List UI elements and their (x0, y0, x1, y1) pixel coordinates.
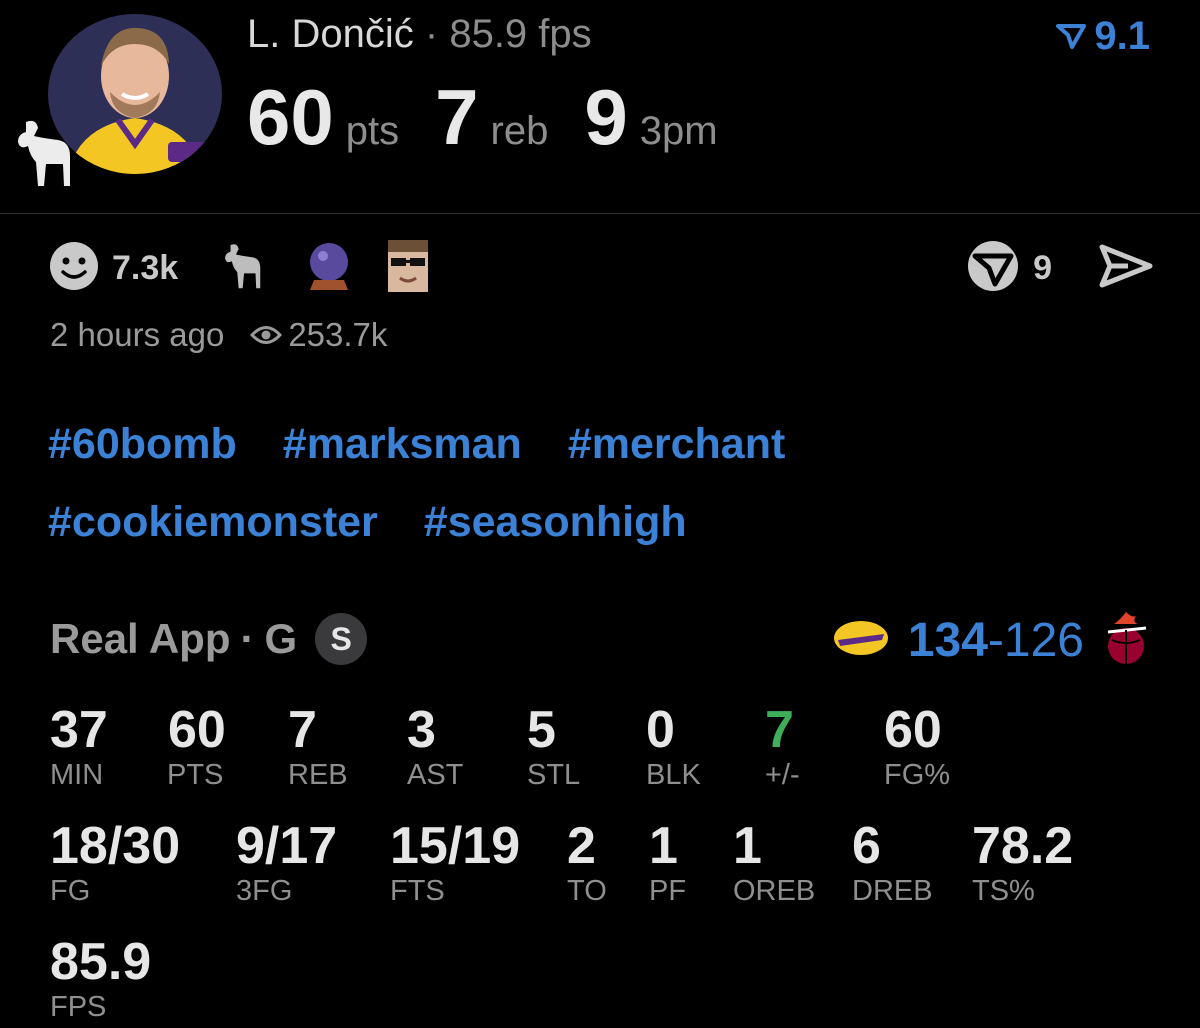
tag-circle-icon[interactable] (965, 240, 1021, 297)
stat-value: 1 (649, 817, 678, 875)
stat-cell: 7 REB (288, 702, 348, 792)
stat-label: PTS (167, 759, 224, 791)
heat-logo-icon (1102, 610, 1150, 671)
stat-label: TO (567, 875, 607, 907)
hashtag-link[interactable]: #marksman (283, 417, 522, 471)
smile-count: 7.3k (112, 248, 179, 287)
fps-text: 85.9 fps (449, 12, 592, 56)
lakers-logo-icon (832, 618, 890, 663)
headline-stat-unit: 3pm (639, 109, 718, 153)
game-score[interactable]: 134-126 (832, 610, 1150, 671)
stat-value: 60 (884, 701, 942, 759)
player-position: G (264, 615, 298, 662)
rating-badge[interactable]: 9.1 (1056, 14, 1150, 59)
headline-stat-value: 7 (435, 73, 479, 161)
stat-value: 0 (646, 701, 675, 759)
stat-label: BLK (646, 759, 701, 791)
stat-cell: 85.9 FPS (50, 934, 151, 1024)
game-source: Real App · G S (50, 613, 368, 665)
plus-minus-value: 7 (765, 701, 794, 759)
status-badge[interactable]: S (315, 613, 368, 665)
stat-cell: 5 STL (527, 702, 580, 792)
rating-value: 9.1 (1094, 14, 1150, 58)
posted-time: 2 hours ago (50, 316, 225, 353)
post-meta: 2 hours ago 253.7k (50, 316, 387, 354)
stat-label: FPS (50, 991, 107, 1023)
source-separator: · (240, 615, 255, 662)
stat-label: AST (407, 759, 464, 791)
stat-cell: 7 +/- (765, 702, 800, 792)
stat-value: 7 (288, 701, 317, 759)
stat-cell: 6 DREB (852, 818, 933, 908)
header-divider (0, 213, 1200, 214)
hashtag-link[interactable]: #cookiemonster (48, 495, 378, 549)
stat-cell: 2 TO (567, 818, 607, 908)
send-icon[interactable] (1098, 243, 1154, 294)
stat-value: 6 (852, 817, 881, 875)
stat-label: OREB (733, 875, 816, 907)
goat-icon (8, 116, 78, 190)
stat-label: PF (649, 875, 687, 907)
stat-cell: 37 MIN (50, 702, 108, 792)
hashtag-link[interactable]: #seasonhigh (424, 495, 687, 549)
stat-value: 78.2 (972, 817, 1074, 875)
stat-label: 3FG (236, 875, 293, 907)
headline-stats: 60 pts 7 reb 9 3pm (247, 72, 754, 163)
away-score: 126 (1003, 614, 1084, 667)
headline-stat-value: 9 (584, 73, 628, 161)
stat-cell: 18/30 FG (50, 818, 180, 908)
rating-arrow-icon (1056, 14, 1087, 59)
stat-cell: 15/19 FTS (390, 818, 520, 908)
stat-label: TS% (972, 875, 1035, 907)
stat-cell: 1 PF (649, 818, 686, 908)
stat-value: 1 (733, 817, 762, 875)
stat-value: 85.9 (50, 933, 152, 991)
stat-cell: 3 AST (407, 702, 463, 792)
stat-cell: 1 OREB (733, 818, 815, 908)
player-name[interactable]: L. Dončić (247, 12, 414, 56)
stat-cell: 60 FG% (884, 702, 950, 792)
stat-value: 60 (168, 701, 226, 759)
stat-value: 2 (567, 817, 596, 875)
stat-value: 5 (527, 701, 556, 759)
stat-value: 9/17 (236, 817, 338, 875)
eye-icon (250, 324, 283, 346)
stat-value: 37 (50, 701, 108, 759)
score-dash: - (987, 614, 1004, 667)
headline-stat-unit: pts (345, 109, 400, 153)
stat-label: DREB (852, 875, 933, 907)
hashtag-list: #60bomb #marksman #merchant #cookiemonster #… (48, 417, 1158, 573)
sunglasses-avatar-icon[interactable] (388, 239, 429, 297)
source-name[interactable]: Real App (50, 615, 230, 663)
tag-count: 9 (1033, 248, 1052, 287)
stat-cell: 78.2 TS% (972, 818, 1073, 908)
hashtag-link[interactable]: #60bomb (48, 417, 237, 471)
stat-label: FG (50, 875, 91, 907)
stat-cell: 9/17 3FG (236, 818, 337, 908)
stat-label: +/- (765, 759, 800, 791)
stat-label: STL (527, 759, 581, 791)
post-actions: 9 (965, 240, 1154, 294)
stat-label: FG% (884, 759, 951, 791)
stat-value: 3 (407, 701, 436, 759)
stat-label: FTS (390, 875, 445, 907)
score-text: 134-126 (908, 613, 1084, 668)
stat-value: 15/19 (390, 817, 521, 875)
stat-label: MIN (50, 759, 104, 791)
stat-cell: 60 PTS (167, 701, 226, 792)
headline-stat-value: 60 (247, 73, 334, 161)
home-score: 134 (907, 614, 988, 667)
view-count: 253.7k (288, 316, 388, 353)
stat-cell: 0 BLK (646, 702, 701, 792)
headline-stat-unit: reb (490, 109, 549, 153)
title-separator: · (424, 12, 439, 56)
stat-label: REB (288, 759, 348, 791)
crystal-ball-icon[interactable] (304, 240, 354, 297)
hashtag-link[interactable]: #merchant (568, 417, 785, 471)
goat-icon[interactable] (214, 241, 270, 296)
reactions-row: 7.3k (48, 239, 429, 296)
smile-icon[interactable] (48, 240, 100, 297)
player-title: L. Dončić · 85.9 fps (247, 12, 592, 57)
stat-value: 18/30 (50, 817, 181, 875)
